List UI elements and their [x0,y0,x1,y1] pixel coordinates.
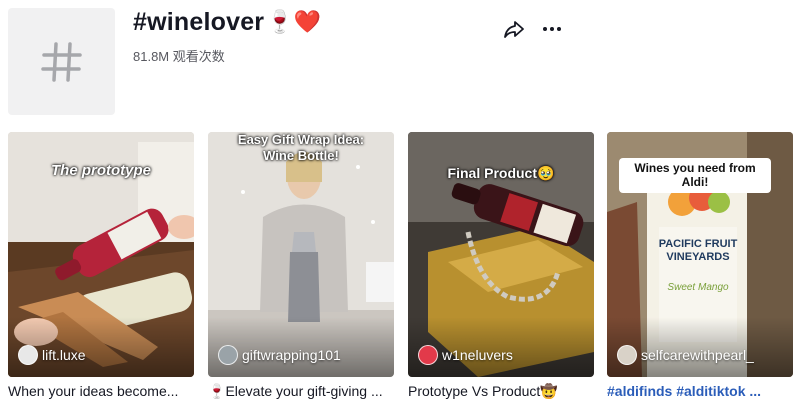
video-thumbnail[interactable]: Wines you need from Aldi! PACIFIC FRUIT … [607,132,793,377]
video-author[interactable]: lift.luxe [18,345,86,365]
video-description[interactable]: #aldifinds #alditiktok ... [607,383,793,401]
description-emoji: 🍷 [208,384,226,400]
video-card[interactable]: Easy Gift Wrap Idea: Wine Bottle! giftwr… [208,132,394,401]
avatar [18,345,38,365]
description-emoji: 🤠 [540,384,558,400]
share-icon [504,21,524,38]
video-description[interactable]: When your ideas become... [8,383,194,401]
video-author[interactable]: giftwrapping101 [218,345,341,365]
video-thumbnail[interactable]: Final Product🥹 w1neluvers [408,132,594,377]
video-card[interactable]: Final Product🥹 w1neluvers Prototype Vs P… [408,132,594,401]
video-caption-text: Easy Gift Wrap Idea: Wine Bottle! [237,132,365,163]
video-description[interactable]: 🍷Elevate your gift-giving ... [208,383,394,401]
author-name: giftwrapping101 [242,347,341,363]
avatar [418,345,438,365]
description-hashtags: #aldifinds #alditiktok ... [607,383,762,399]
video-card[interactable]: Wines you need from Aldi! PACIFIC FRUIT … [607,132,793,401]
title-emojis: 🍷❤️ [266,10,322,35]
video-author[interactable]: selfcarewithpearl_ [617,345,754,365]
more-options-button[interactable] [540,18,564,40]
video-caption-text: Wines you need from Aldi! [619,158,771,193]
video-caption-text: The prototype [51,162,151,179]
bottle-label: PACIFIC FRUIT VINEYARDS [658,238,738,264]
more-icon [543,27,561,31]
description-text: Prototype Vs Product [408,383,541,399]
hashtag-icon [40,41,82,82]
video-description[interactable]: Prototype Vs Product🤠 [408,383,594,401]
video-thumbnail[interactable]: The prototype lift.luxe [8,132,194,377]
description-text: Elevate your gift-giving ... [225,383,383,399]
bottle-sub-label: Sweet Mango [667,282,729,293]
hashtag-title-text: #winelover [133,8,265,36]
video-caption-text: Final Product🥹 [447,165,555,181]
author-name: lift.luxe [42,347,86,363]
view-count: 81.8M 观看次数 [133,49,225,64]
page-title: #winelover 🍷❤️ [133,8,321,37]
author-name: w1neluvers [442,347,513,363]
share-button[interactable] [503,18,525,40]
avatar [617,345,637,365]
hashtag-avatar [8,8,115,115]
avatar [218,345,238,365]
author-name: selfcarewithpearl_ [641,347,754,363]
video-thumbnail[interactable]: Easy Gift Wrap Idea: Wine Bottle! giftwr… [208,132,394,377]
video-card[interactable]: The prototype lift.luxe When your ideas … [8,132,194,401]
video-author[interactable]: w1neluvers [418,345,513,365]
description-text: When your ideas become... [8,383,179,399]
